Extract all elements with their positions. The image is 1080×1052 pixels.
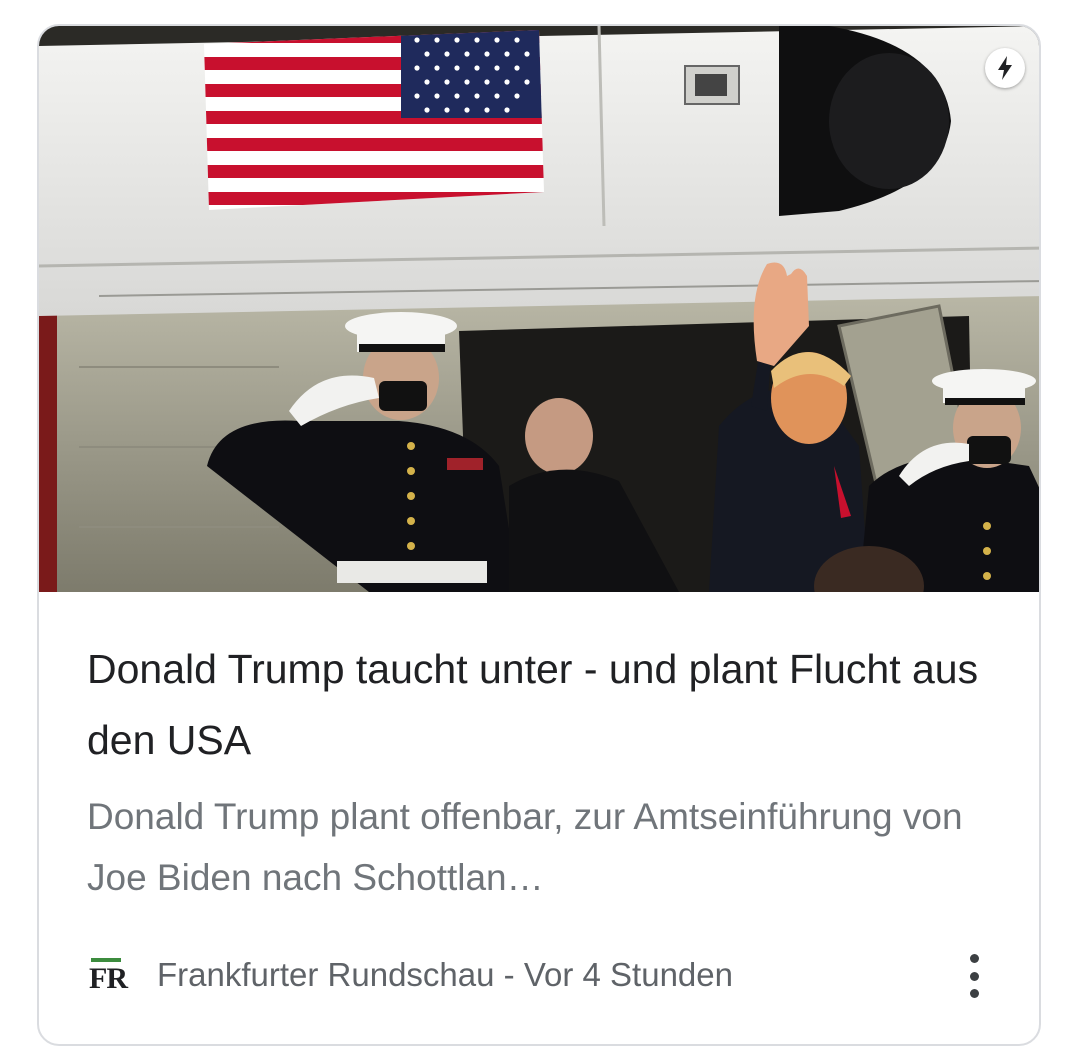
- article-headline[interactable]: Donald Trump taucht unter - und plant Fl…: [87, 634, 987, 776]
- article-meta: Frankfurter Rundschau - Vor 4 Stunden: [157, 950, 733, 1000]
- publisher-logo: FR: [87, 955, 128, 995]
- article-image[interactable]: [39, 26, 1039, 592]
- article-snippet: Donald Trump plant offenbar, zur Amtsein…: [87, 796, 963, 898]
- article-image-art: [39, 26, 1039, 592]
- publish-time: Vor 4 Stunden: [523, 956, 733, 993]
- lightning-bolt-icon: [985, 48, 1025, 88]
- meta-separator: -: [494, 956, 524, 993]
- news-card[interactable]: Donald Trump taucht unter - und plant Fl…: [37, 24, 1041, 1046]
- publisher-name[interactable]: Frankfurter Rundschau: [157, 956, 495, 993]
- article-footer: FR Frankfurter Rundschau - Vor 4 Stunden: [87, 950, 1007, 1000]
- more-vert-icon[interactable]: [954, 954, 994, 998]
